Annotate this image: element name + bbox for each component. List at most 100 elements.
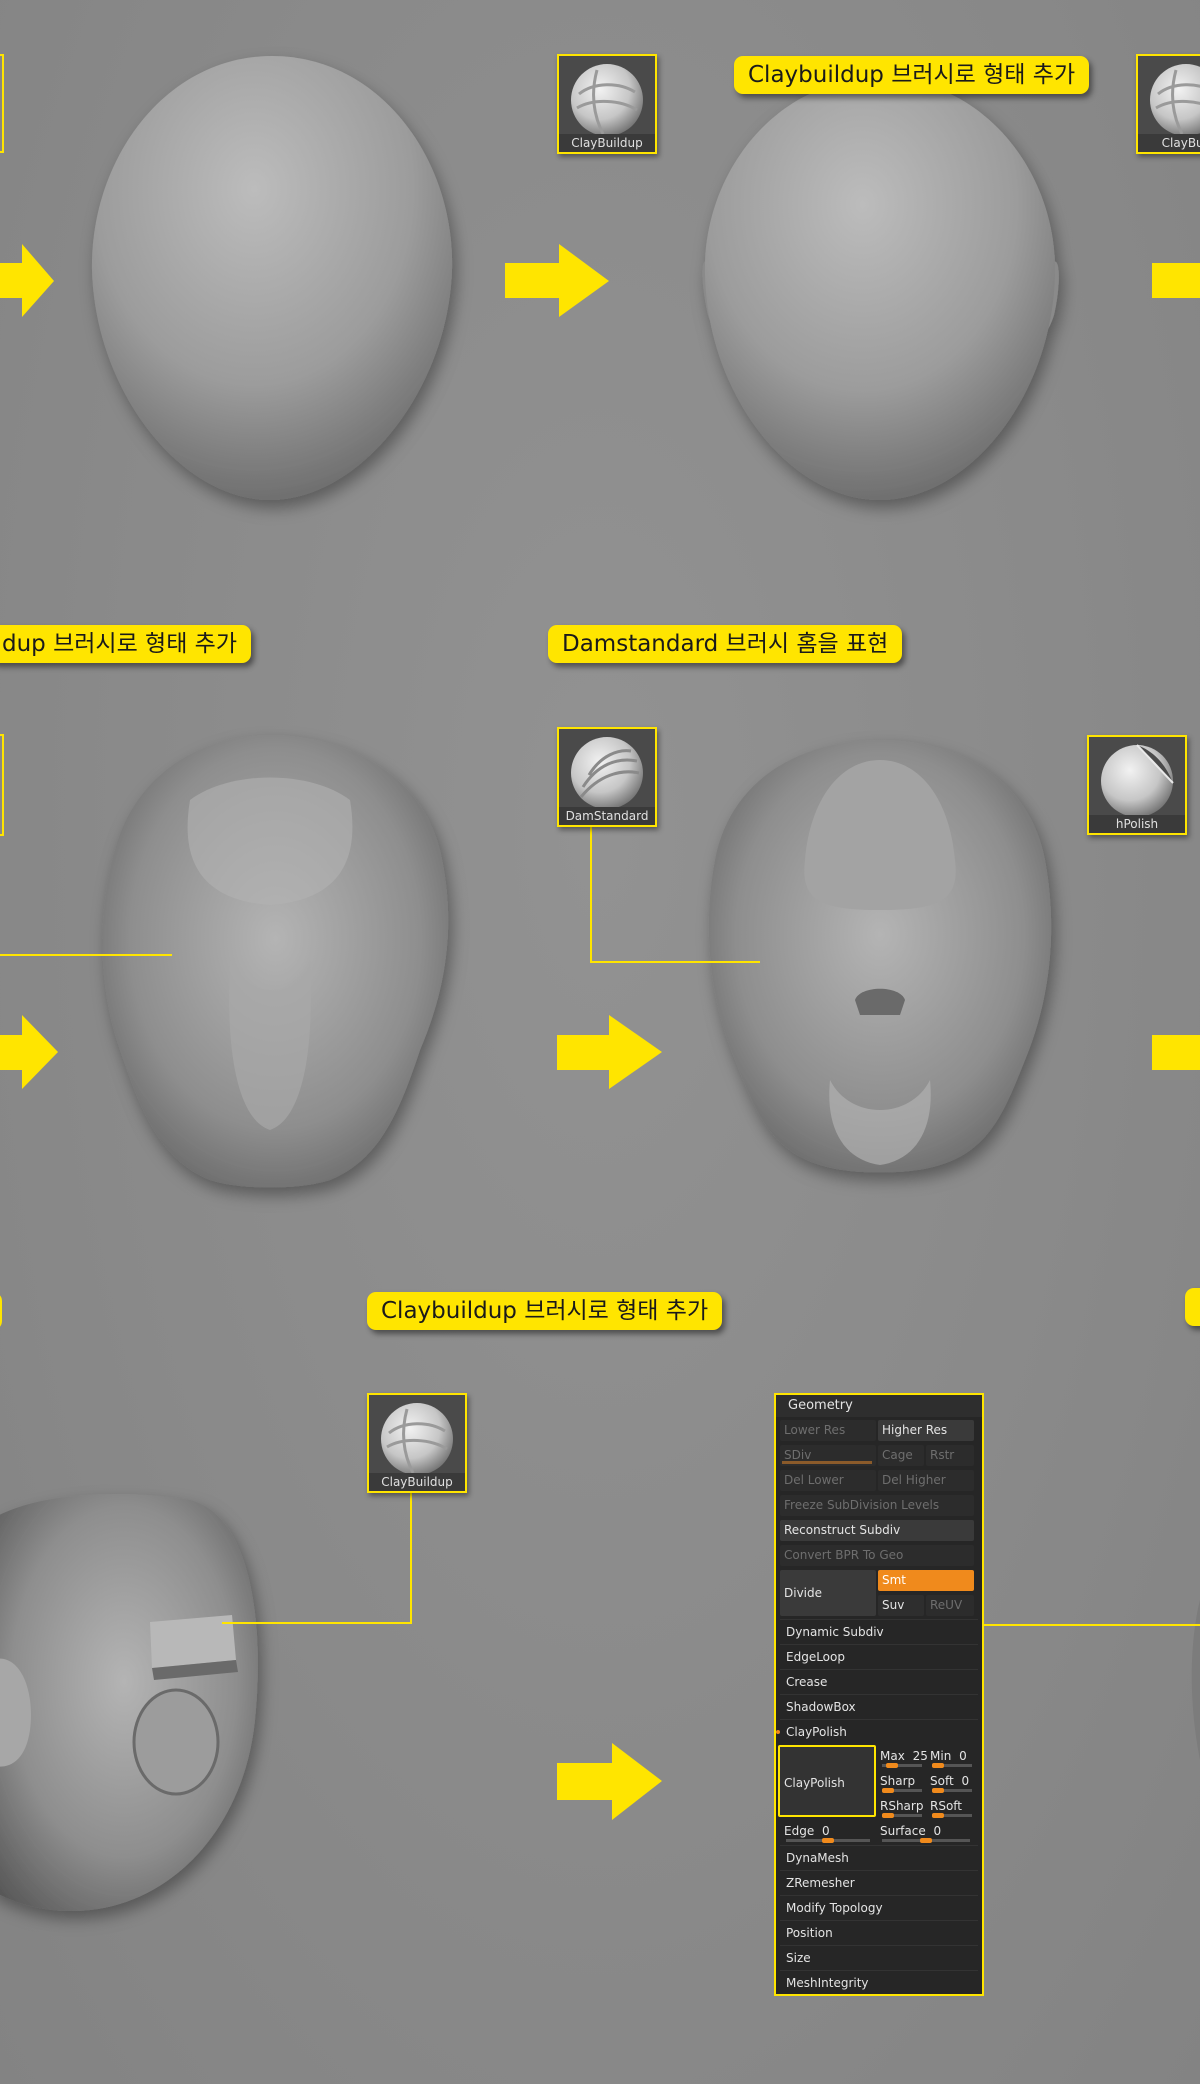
max-slider-knob <box>886 1763 898 1768</box>
arrow-r2-left <box>0 1015 58 1089</box>
arrow-r1-right <box>1152 263 1200 298</box>
max-label: Max <box>880 1749 905 1763</box>
min-label: Min <box>930 1749 952 1763</box>
rstr-button[interactable]: Rstr <box>926 1445 974 1466</box>
head-row2-right <box>708 740 1052 1173</box>
freeze-subdivision-button[interactable]: Freeze SubDivision Levels <box>780 1495 974 1516</box>
partial-brush-frames <box>0 54 4 836</box>
size-menu[interactable]: Size <box>780 1945 978 1969</box>
sdiv-label: SDiv <box>784 1448 812 1462</box>
soft-slider-track <box>932 1788 972 1793</box>
rsoft-label: RSoft <box>930 1799 963 1813</box>
head-row1-right <box>702 78 1059 500</box>
surface-label: Surface <box>880 1824 926 1838</box>
claybuildup-icon <box>1150 64 1200 136</box>
head-row1-left <box>91 56 453 500</box>
edge-label: Edge <box>784 1824 815 1838</box>
brush-claybuildup-row1-right[interactable]: ClayBuil <box>1136 54 1200 154</box>
edgeloop-menu[interactable]: EdgeLoop <box>780 1644 978 1668</box>
modify-topology-menu[interactable]: Modify Topology <box>780 1895 978 1919</box>
surface-slider-knob <box>920 1838 932 1843</box>
cage-button[interactable]: Cage <box>878 1445 924 1466</box>
smt-toggle[interactable]: Smt <box>878 1570 974 1591</box>
suv-toggle[interactable]: Suv <box>878 1595 924 1616</box>
rsharp-slider[interactable]: RSharp <box>880 1795 928 1818</box>
max-value: 25 <box>912 1749 928 1763</box>
callout-claybuildup-mid-left: dup 브러시로 형태 추가 <box>0 625 251 663</box>
lower-res-button[interactable]: Lower Res <box>780 1420 876 1441</box>
callout-damstandard: Damstandard 브러시 홈을 표현 <box>548 625 903 663</box>
sdiv-slider-bar <box>782 1461 872 1464</box>
callout-claybuildup-bottom: Claybuildup 브러시로 형태 추가 <box>367 1292 723 1330</box>
brush-label: hPolish <box>1089 815 1185 833</box>
sculpt-artwork <box>0 54 1200 1911</box>
convert-bpr-button[interactable]: Convert BPR To Geo <box>780 1545 974 1566</box>
del-higher-button[interactable]: Del Higher <box>878 1470 974 1491</box>
position-menu[interactable]: Position <box>780 1920 978 1944</box>
brush-damstandard[interactable]: DamStandard <box>557 727 657 827</box>
min-value: 0 <box>959 1749 967 1763</box>
edge-value: 0 <box>822 1824 830 1838</box>
rsoft-slider-knob <box>932 1813 944 1818</box>
brush-hpolish[interactable]: hPolish <box>1087 735 1187 835</box>
zremesher-menu[interactable]: ZRemesher <box>780 1870 978 1894</box>
brush-claybuildup-row3[interactable]: ClayBuildup <box>367 1393 467 1493</box>
surface-slider-track <box>882 1838 970 1843</box>
callout-partial-right: C <box>1185 1288 1200 1326</box>
soft-slider[interactable]: Soft 0 <box>930 1770 976 1793</box>
sharp-slider[interactable]: Sharp <box>880 1770 928 1793</box>
sdiv-slider[interactable]: SDiv <box>780 1445 876 1466</box>
max-slider-track <box>882 1763 922 1768</box>
rsoft-slider[interactable]: RSoft <box>930 1795 976 1818</box>
dynamic-subdiv-menu[interactable]: Dynamic Subdiv <box>780 1619 978 1643</box>
callout-claybuildup-top: Claybuildup 브러시로 형태 추가 <box>734 56 1090 94</box>
min-slider-knob <box>932 1763 944 1768</box>
damstandard-icon <box>571 737 643 809</box>
arrow-r3-mid <box>557 1743 662 1820</box>
shadowbox-menu[interactable]: ShadowBox <box>780 1694 978 1718</box>
soft-slider-knob <box>932 1788 944 1793</box>
surface-slider[interactable]: Surface 0 <box>880 1820 976 1843</box>
brush-label: ClayBuildup <box>559 134 655 152</box>
head-row3-left <box>0 1494 258 1911</box>
meshintegrity-menu[interactable]: MeshIntegrity <box>780 1970 978 1994</box>
rsharp-slider-knob <box>882 1813 894 1818</box>
divide-button[interactable]: Divide <box>780 1570 876 1616</box>
soft-value: 0 <box>961 1774 970 1788</box>
arrow-r1-mid <box>505 244 609 317</box>
arrow-r1-left <box>0 244 54 317</box>
sharp-slider-track <box>882 1788 922 1793</box>
tutorial-canvas: Claybuildup 브러시로 형태 추가 dup 브러시로 형태 추가 Da… <box>0 0 1200 2084</box>
edge-slider[interactable]: Edge 0 <box>784 1820 878 1843</box>
brush-claybuildup-row1[interactable]: ClayBuildup <box>557 54 657 154</box>
rsharp-label: RSharp <box>880 1799 924 1813</box>
rsharp-slider-track <box>882 1813 922 1818</box>
sharp-label: Sharp <box>880 1774 916 1788</box>
min-slider-track <box>932 1763 972 1768</box>
arrow-r2-right <box>1152 1035 1200 1070</box>
edge-slider-knob <box>822 1838 834 1843</box>
surface-value: 0 <box>933 1824 942 1838</box>
brush-label: ClayBuil <box>1138 134 1200 152</box>
dynamesh-menu[interactable]: DynaMesh <box>780 1845 978 1869</box>
higher-res-button[interactable]: Higher Res <box>878 1420 974 1441</box>
reuv-button[interactable]: ReUV <box>926 1595 974 1616</box>
head-row2-left <box>102 735 449 1188</box>
hpolish-icon <box>1101 744 1174 817</box>
arrow-r2-mid <box>557 1015 662 1089</box>
claybuildup-icon <box>571 64 643 136</box>
brush-label: DamStandard <box>559 807 655 825</box>
geometry-panel: Geometry Lower Res Higher Res SDiv Cage … <box>774 1393 984 1996</box>
max-slider[interactable]: Max 25 <box>880 1745 928 1768</box>
claypolish-button[interactable]: ClayPolish <box>778 1745 876 1817</box>
edge-slider-track <box>786 1838 870 1843</box>
soft-label: Soft <box>930 1774 954 1788</box>
del-lower-button[interactable]: Del Lower <box>780 1470 876 1491</box>
min-slider[interactable]: Min 0 <box>930 1745 976 1768</box>
reconstruct-subdiv-button[interactable]: Reconstruct Subdiv <box>780 1520 974 1541</box>
claypolish-menu[interactable]: ClayPolish <box>780 1719 978 1743</box>
geometry-panel-title[interactable]: Geometry <box>776 1395 982 1417</box>
crease-menu[interactable]: Crease <box>780 1669 978 1693</box>
rsoft-slider-track <box>932 1813 972 1818</box>
brush-label: ClayBuildup <box>369 1473 465 1491</box>
